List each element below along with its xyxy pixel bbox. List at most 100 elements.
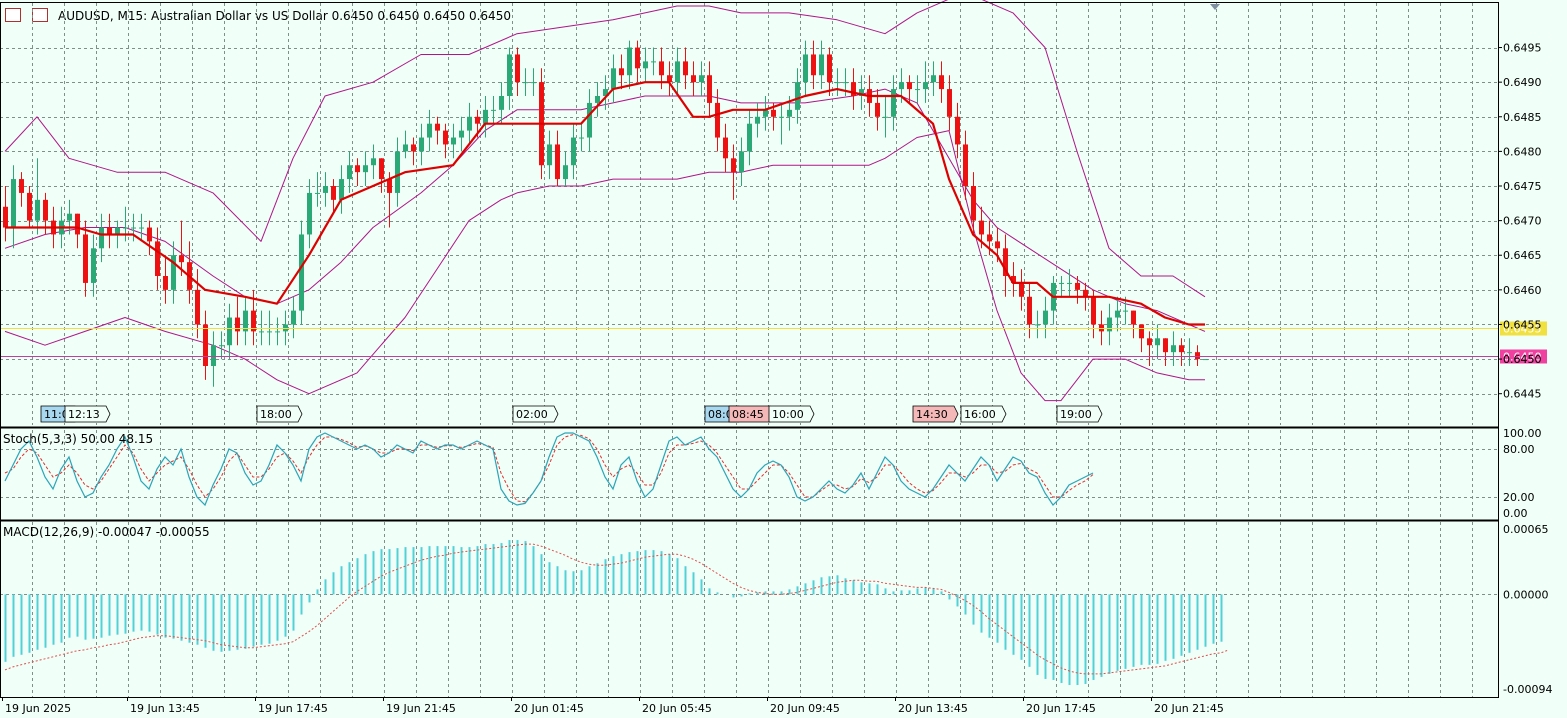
candle-body	[451, 137, 456, 145]
time-axis-label: 20 Jun 17:45	[1026, 702, 1096, 715]
candle-body	[979, 220, 984, 235]
candle-body	[355, 165, 360, 173]
candle-body	[699, 75, 704, 83]
stoch-axis-label: 80.00	[1503, 443, 1535, 456]
candle-body	[635, 47, 640, 69]
candle-body	[739, 151, 744, 173]
candle-body	[467, 116, 472, 131]
candle-body	[155, 241, 160, 276]
candle-body	[627, 47, 632, 76]
macd-axis-label: -0.00094	[1503, 683, 1552, 696]
candle-body	[771, 109, 776, 117]
time-axis-label: 19 Jun 2025	[5, 702, 71, 715]
event-tag-label: 19:00	[1060, 408, 1092, 421]
candle-body	[651, 61, 656, 63]
candle-body	[27, 192, 32, 221]
stoch-main-line	[4, 432, 1094, 507]
candle-body	[147, 227, 152, 242]
stoch-axis-label: 100.00	[1503, 427, 1542, 440]
candle-body	[499, 96, 504, 110]
candle-body	[1187, 352, 1192, 354]
time-axis-label: 19 Jun 13:45	[130, 702, 200, 715]
candle-body	[283, 324, 288, 332]
candle-body	[1203, 359, 1208, 361]
time-axis-label: 20 Jun 09:45	[770, 702, 840, 715]
candle-body	[235, 317, 240, 332]
candle-body	[387, 179, 392, 193]
candle-body	[579, 137, 584, 139]
macd-panel	[4, 540, 1230, 685]
candle-body	[139, 227, 144, 229]
candle-body	[947, 89, 952, 117]
candle-body	[19, 179, 24, 193]
candle-body	[195, 289, 200, 325]
candle-body	[515, 54, 520, 83]
event-tag-label: 14:30	[916, 408, 948, 421]
event-tag-label: 02:00	[516, 408, 548, 421]
candle-body	[475, 116, 480, 124]
shift-marker	[1210, 4, 1220, 10]
candle-body	[1171, 345, 1176, 353]
candle-body	[291, 310, 296, 325]
candle-body	[219, 345, 224, 347]
candle-body	[507, 54, 512, 96]
candle-body	[923, 82, 928, 90]
candle-body	[643, 61, 648, 69]
candle-body	[843, 82, 848, 84]
stoch-title: Stoch(5,3,3) 50.00 48.15	[3, 432, 153, 446]
candle-body	[1139, 324, 1144, 339]
candle-body	[875, 102, 880, 117]
price-lines: 0.6455 0.6450	[0, 321, 1547, 364]
event-labels: 11:0 12:13 18:00 02:00 08:0 08:45 10:00 14:30 16…	[40, 405, 1103, 423]
candle-body	[787, 109, 792, 117]
stoch-axis-label: 0.00	[1503, 507, 1528, 520]
time-axis-label: 20 Jun 21:45	[1154, 702, 1224, 715]
candle-body	[1155, 338, 1160, 346]
candle-body	[275, 331, 280, 333]
candle-body	[483, 109, 488, 124]
candle-body	[755, 116, 760, 124]
candle-body	[563, 165, 568, 180]
candle-body	[1059, 282, 1064, 284]
candle-body	[803, 54, 808, 83]
candle-body	[491, 109, 496, 111]
candle-body	[731, 158, 736, 173]
candle-body	[1043, 310, 1048, 325]
price-axis-label: 0.6445	[1503, 388, 1542, 401]
candle-body	[675, 61, 680, 83]
candle-body	[91, 248, 96, 283]
candle-body	[379, 158, 384, 180]
candle-body	[779, 116, 784, 118]
candle-body	[131, 227, 136, 229]
macd-title: MACD(12,26,9) -0.00047 -0.00055	[3, 525, 210, 539]
candle-body	[307, 192, 312, 235]
candle-body	[971, 186, 976, 221]
price-axis-label: 0.6495	[1503, 42, 1542, 55]
event-tag-label: 10:00	[772, 408, 804, 421]
candle-body	[1179, 345, 1184, 353]
candle-body	[347, 165, 352, 180]
candle-body	[419, 137, 424, 152]
candle-body	[1075, 282, 1080, 290]
time-axis-label: 20 Jun 01:45	[514, 702, 584, 715]
price-axis-label: 0.6465	[1503, 249, 1542, 262]
candle-body	[611, 68, 616, 90]
candle-body	[371, 158, 376, 166]
candle-body	[723, 137, 728, 159]
candle-body	[83, 234, 88, 283]
candle-body	[443, 130, 448, 145]
candle-body	[955, 116, 960, 145]
candle-body	[555, 144, 560, 180]
candle-body	[707, 75, 712, 103]
candle-body	[995, 241, 1000, 249]
candle-body	[163, 276, 168, 290]
candle-body	[123, 227, 128, 229]
candle-body	[795, 82, 800, 110]
macd-axis-label: 0.00000	[1503, 588, 1549, 601]
candle-body	[323, 186, 328, 193]
chart-area[interactable]: 0.64550.6450 11:0 12:13 18:00 02:00 08:0 08:4…	[0, 0, 1567, 718]
time-axis-label: 19 Jun 21:45	[386, 702, 456, 715]
candle-body	[1035, 324, 1040, 326]
candle-body	[1147, 338, 1152, 346]
candle-body	[395, 151, 400, 193]
